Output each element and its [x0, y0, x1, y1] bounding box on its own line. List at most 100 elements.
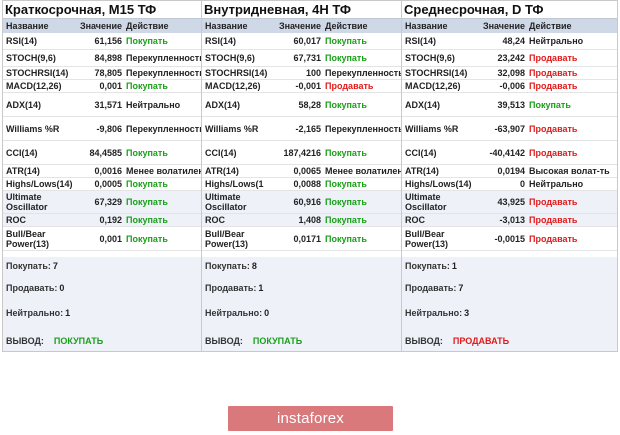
header-action: Действие: [126, 21, 169, 31]
table-row: Highs/Lows(14) 0 Нейтрально: [402, 178, 617, 191]
indicator-name: ROC: [405, 215, 425, 225]
table-row: Ultimate Oscillator 43,925 Продавать: [402, 191, 617, 214]
indicator-action: Нейтрально: [529, 36, 584, 46]
summary-count: 3: [464, 308, 470, 318]
table-row: Ultimate Oscillator 60,916 Покупать: [202, 191, 401, 214]
indicator-rows: RSI(14) 60,017 Покупать STOCH(9,6) 67,731 Пок…: [202, 33, 401, 251]
table-row: STOCH(9,6) 67,731 Покупать: [202, 50, 401, 67]
summary-neutral: Нейтрально: 1: [6, 308, 70, 318]
verdict-value: ПОКУПАТЬ: [252, 336, 303, 346]
table-header: Название Значение Действие: [202, 18, 401, 33]
indicator-value: 0,0016: [94, 166, 122, 176]
indicator-value: 0: [519, 179, 525, 189]
indicator-action: Перекупленность: [325, 68, 401, 78]
indicator-value: -0,006: [499, 81, 525, 91]
summary-label: Продавать:: [205, 283, 257, 293]
indicator-value: 48,24: [502, 36, 525, 46]
summary-count: 7: [52, 261, 58, 271]
indicator-action: Менее волатилен: [126, 166, 201, 176]
table-row: STOCHRSI(14) 32,098 Продавать: [402, 67, 617, 80]
indicator-name: ROC: [205, 215, 225, 225]
summary-count: 1: [65, 308, 71, 318]
indicator-action: Покупать: [529, 99, 571, 110]
indicator-name: CCI(14): [6, 147, 38, 158]
summary-verdict: ВЫВОД: ПОКУПАТЬ: [6, 336, 103, 346]
table-row: Williams %R -2,165 Перекупленность: [202, 117, 401, 141]
indicator-value: 39,513: [497, 99, 525, 110]
indicator-name: Highs/Lows(14): [6, 179, 73, 189]
indicator-rows: RSI(14) 61,156 Покупать STOCH(9,6) 84,898 Пер…: [3, 33, 201, 251]
indicator-name: Highs/Lows(14): [405, 179, 472, 189]
indicator-action: Продавать: [529, 53, 578, 63]
indicator-action: Продавать: [529, 81, 578, 91]
indicator-value: 58,28: [298, 99, 321, 110]
header-value: Значение: [482, 21, 525, 31]
summary-sell: Продавать: 1: [205, 283, 263, 293]
panel-title: Краткосрочная, M15 ТФ: [5, 2, 157, 17]
indicator-action: Покупать: [126, 179, 168, 189]
indicator-value: 43,925: [497, 197, 525, 207]
table-row: ADX(14) 39,513 Покупать: [402, 93, 617, 117]
indicator-name: ROC: [6, 215, 26, 225]
header-action: Действие: [325, 21, 368, 31]
indicator-action: Покупать: [325, 215, 367, 225]
indicator-action: Менее волатилен: [325, 166, 401, 176]
indicator-action: Продавать: [529, 197, 578, 207]
indicator-name: Bull/Bear Power(13): [205, 228, 249, 249]
header-action: Действие: [529, 21, 572, 31]
indicator-value: 0,0005: [94, 179, 122, 189]
header-name: Название: [405, 21, 448, 31]
indicator-action: Продавать: [529, 123, 578, 134]
table-row: ADX(14) 31,571 Нейтрально: [3, 93, 201, 117]
summary-count: 0: [59, 283, 65, 293]
indicator-name: Williams %R: [6, 123, 60, 134]
indicator-value: 23,242: [497, 53, 525, 63]
table-row: ATR(14) 0,0065 Менее волатилен: [202, 165, 401, 178]
summary-count: 7: [458, 283, 464, 293]
indicator-action: Покупать: [325, 147, 367, 158]
indicator-name: STOCHRSI(14): [6, 68, 69, 78]
indicator-name: CCI(14): [405, 147, 437, 158]
indicator-value: -0,001: [295, 81, 321, 91]
panel-title: Внутридневная, 4H ТФ: [204, 2, 351, 17]
indicator-value: 84,4585: [89, 147, 122, 158]
summary-count: 1: [451, 261, 457, 271]
indicator-action: Перекупленность: [325, 123, 401, 134]
indicator-name: Ultimate Oscillator: [205, 192, 247, 212]
table-row: CCI(14) 187,4216 Покупать: [202, 141, 401, 165]
indicator-name: ATR(14): [405, 166, 439, 176]
table-row: ADX(14) 58,28 Покупать: [202, 93, 401, 117]
indicator-name: ATR(14): [6, 166, 40, 176]
summary-buy: Покупать: 8: [205, 261, 257, 271]
summary-count: 1: [258, 283, 264, 293]
indicator-action: Нейтрально: [126, 99, 181, 110]
table-row: ATR(14) 0,0194 Высокая волат-ть: [402, 165, 617, 178]
indicator-name: ADX(14): [6, 99, 42, 110]
instaforex-banner[interactable]: instaforex: [228, 406, 393, 431]
indicator-value: 31,571: [94, 99, 122, 110]
table-row: RSI(14) 61,156 Покупать: [3, 33, 201, 50]
summary-label: Покупать:: [405, 261, 450, 271]
panel-intraday: Внутридневная, 4H ТФ Название Значение Д…: [201, 0, 402, 352]
indicator-name: ADX(14): [405, 99, 441, 110]
table-row: MACD(12,26) 0,001 Покупать: [3, 80, 201, 93]
table-header: Название Значение Действие: [402, 18, 617, 33]
table-row: Highs/Lows(14) 0,0005 Покупать: [3, 178, 201, 191]
summary-block: Покупать: 1 Продавать: 7 Нейтрально: 3 ВЫВОД: П…: [402, 257, 617, 351]
indicator-name: ATR(14): [205, 166, 239, 176]
header-name: Название: [6, 21, 49, 31]
indicator-action: Продавать: [529, 215, 578, 225]
table-row: STOCH(9,6) 23,242 Продавать: [402, 50, 617, 67]
indicator-name: RSI(14): [205, 36, 237, 46]
indicator-name: STOCHRSI(14): [405, 68, 468, 78]
summary-count: 8: [251, 261, 257, 271]
summary-buy: Покупать: 1: [405, 261, 457, 271]
indicator-action: Покупать: [325, 179, 367, 189]
indicator-action: Покупать: [325, 99, 367, 110]
header-value: Значение: [278, 21, 321, 31]
indicator-rows: RSI(14) 48,24 Нейтрально STOCH(9,6) 23,242 Пр…: [402, 33, 617, 251]
indicator-value: 67,329: [94, 197, 122, 207]
summary-count: 0: [264, 308, 270, 318]
indicator-panels: Краткосрочная, M15 ТФ Название Значение …: [2, 0, 618, 352]
indicator-value: 0,001: [99, 233, 122, 244]
